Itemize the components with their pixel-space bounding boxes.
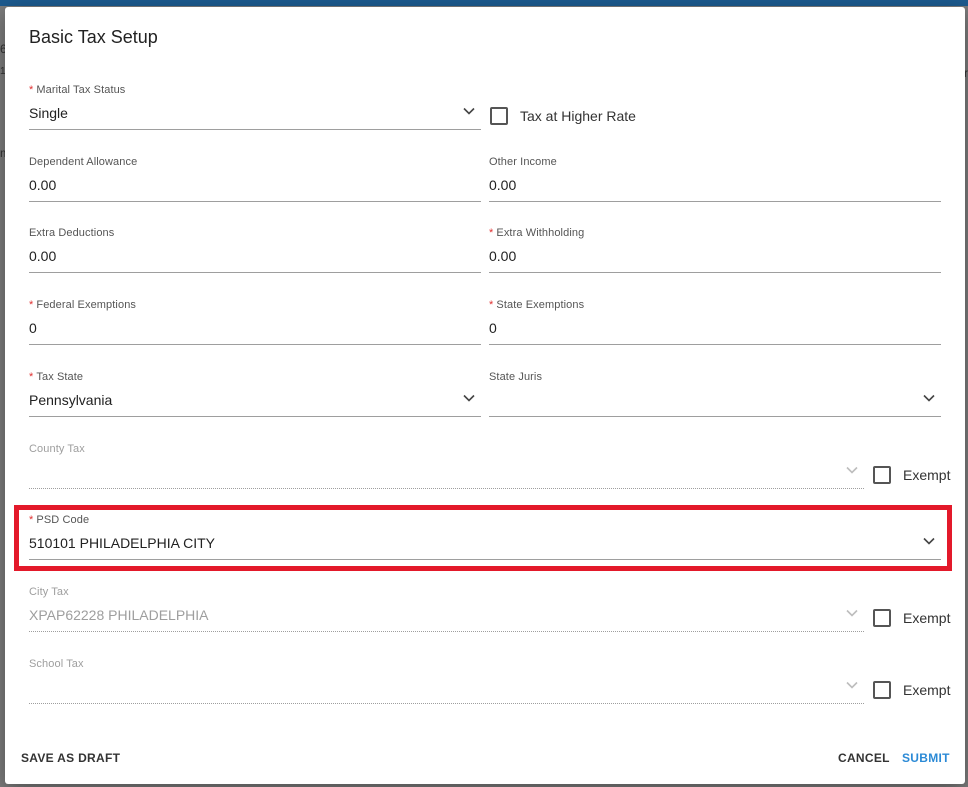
app-header-bar xyxy=(0,0,968,6)
marital-status-label: * Marital Tax Status xyxy=(29,84,126,96)
county-tax-exempt-checkbox[interactable]: Exempt xyxy=(873,466,950,484)
school-exempt-label: Exempt xyxy=(903,682,951,698)
extra-withholding-field[interactable]: * Extra Withholding 0.00 xyxy=(489,227,941,273)
chevron-down-icon xyxy=(846,609,858,617)
dialog-title: Basic Tax Setup xyxy=(29,27,158,47)
checkbox-box[interactable] xyxy=(873,609,891,627)
field-underline xyxy=(29,129,481,130)
federal-exemptions-label: * Federal Exemptions xyxy=(29,299,137,311)
county-tax-select: County Tax xyxy=(29,443,864,489)
school-tax-label: School Tax xyxy=(29,658,84,670)
school-tax-select: School Tax xyxy=(29,658,864,704)
field-underline xyxy=(29,416,481,417)
field-underline xyxy=(29,201,481,202)
checkbox-box[interactable] xyxy=(873,466,891,484)
city-tax-value: XPAP62228 PHILADELPHIA xyxy=(29,607,209,623)
chevron-down-icon xyxy=(463,107,475,115)
chevron-down-icon xyxy=(846,466,858,474)
tax-state-select[interactable]: * Tax State Pennsylvania xyxy=(29,371,481,417)
checkbox-box[interactable] xyxy=(873,681,891,699)
state-juris-select[interactable]: State Juris xyxy=(489,371,941,417)
tax-state-label: * Tax State xyxy=(29,371,84,383)
school-tax-exempt-checkbox[interactable]: Exempt xyxy=(873,681,950,699)
chevron-down-icon xyxy=(846,681,858,689)
field-underline xyxy=(29,344,481,345)
field-underline xyxy=(489,272,941,273)
field-underline xyxy=(489,344,941,345)
field-underline xyxy=(29,631,864,632)
checkbox-box[interactable] xyxy=(490,107,508,125)
tax-higher-rate-checkbox[interactable]: Tax at Higher Rate xyxy=(490,107,636,125)
extra-withholding-label: * Extra Withholding xyxy=(489,227,585,239)
dependent-allowance-value: 0.00 xyxy=(29,177,57,193)
save-as-draft-button[interactable]: SAVE AS DRAFT xyxy=(21,751,120,765)
psd-code-highlight xyxy=(14,505,952,571)
tax-state-value: Pennsylvania xyxy=(29,392,113,408)
state-exemptions-label: * State Exemptions xyxy=(489,299,585,311)
state-juris-label: State Juris xyxy=(489,371,543,383)
extra-deductions-value: 0.00 xyxy=(29,248,57,264)
field-underline xyxy=(29,488,864,489)
basic-tax-setup-dialog: Basic Tax Setup * Marital Tax Status Sing… xyxy=(5,7,965,784)
other-income-field[interactable]: Other Income 0.00 xyxy=(489,156,941,202)
city-tax-label: City Tax xyxy=(29,586,69,598)
federal-exemptions-field[interactable]: * Federal Exemptions 0 xyxy=(29,299,481,345)
field-underline xyxy=(29,703,864,704)
state-exemptions-field[interactable]: * State Exemptions 0 xyxy=(489,299,941,345)
federal-exemptions-value: 0 xyxy=(29,320,37,336)
chevron-down-icon xyxy=(463,394,475,402)
state-exemptions-value: 0 xyxy=(489,320,497,336)
dependent-allowance-field[interactable]: Dependent Allowance 0.00 xyxy=(29,156,481,202)
extra-deductions-label: Extra Deductions xyxy=(29,227,115,239)
cancel-button[interactable]: CANCEL xyxy=(838,751,890,765)
extra-withholding-value: 0.00 xyxy=(489,248,517,264)
tax-higher-rate-label: Tax at Higher Rate xyxy=(520,108,636,124)
other-income-value: 0.00 xyxy=(489,177,517,193)
field-underline xyxy=(29,272,481,273)
dependent-allowance-label: Dependent Allowance xyxy=(29,156,138,168)
other-income-label: Other Income xyxy=(489,156,557,168)
marital-status-select[interactable]: * Marital Tax Status Single xyxy=(29,84,481,130)
city-tax-exempt-checkbox[interactable]: Exempt xyxy=(873,609,950,627)
extra-deductions-field[interactable]: Extra Deductions 0.00 xyxy=(29,227,481,273)
city-exempt-label: Exempt xyxy=(903,610,951,626)
chevron-down-icon xyxy=(923,394,935,402)
city-tax-select: City Tax XPAP62228 PHILADELPHIA xyxy=(29,586,864,632)
submit-button[interactable]: SUBMIT xyxy=(902,751,950,765)
marital-status-value: Single xyxy=(29,105,68,121)
county-tax-label: County Tax xyxy=(29,443,85,455)
county-exempt-label: Exempt xyxy=(903,467,951,483)
field-underline xyxy=(489,201,941,202)
field-underline xyxy=(489,416,941,417)
